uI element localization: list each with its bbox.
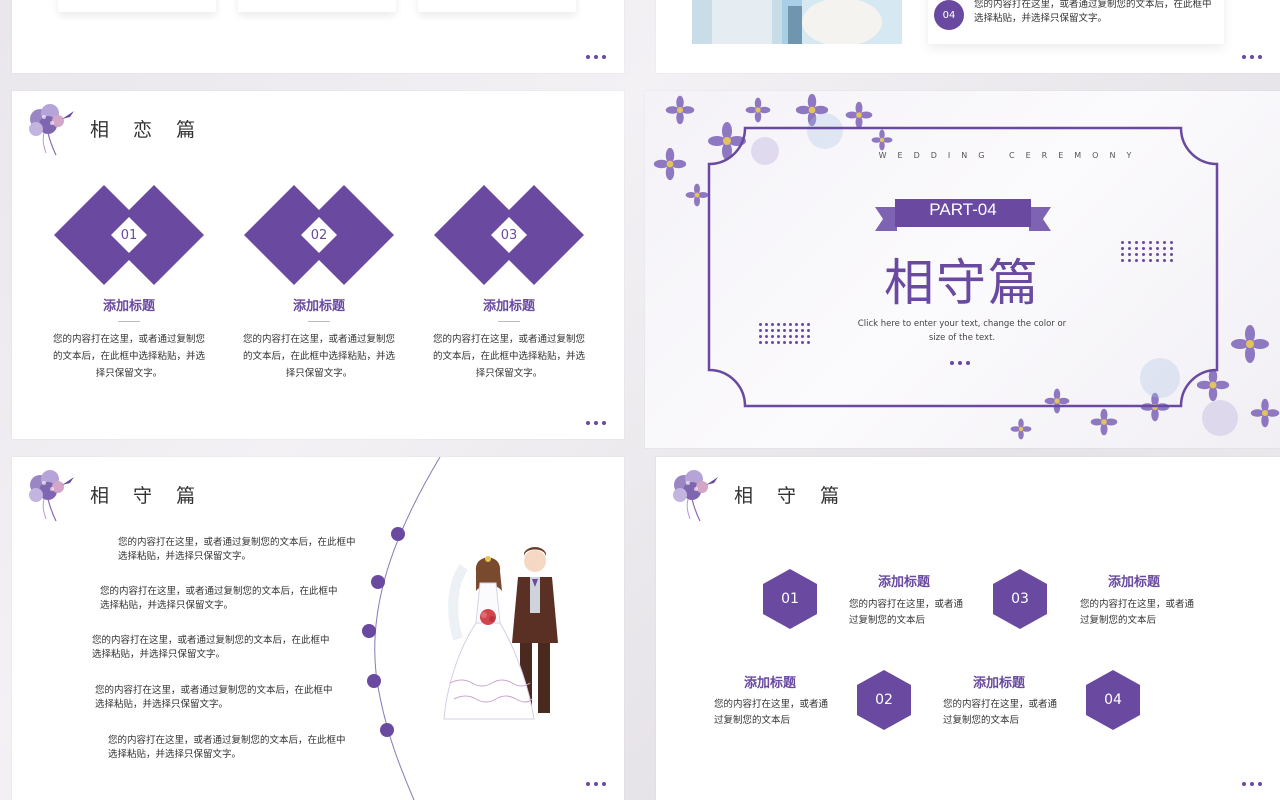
slide-title: 相 守 篇 [90,485,205,507]
item-title: 添加标题 [972,676,1025,691]
item-body: 您的内容打在这里，或者通过复制您的文本后，在此框中选择粘贴，并选择只保留文字。 [242,334,395,379]
section-title: 相守篇 [884,254,1040,312]
item-title: 添加标题 [1107,575,1160,590]
item-body: 您的内容打在这里，或者通过复制您的文本后 [849,599,964,626]
card-fragment [58,0,216,12]
timeline-text: 您的内容打在这里，或者通过复制您的文本后，在此框中选择粘贴，并选择只保留文字。 [95,685,333,710]
timeline-text: 您的内容打在这里，或者通过复制您的文本后，在此框中选择粘贴，并选择只保留文字。 [108,735,346,760]
timeline-text: 您的内容打在这里，或者通过复制您的文本后，在此框中选择粘贴，并选择只保留文字。 [92,635,330,660]
item-title: 添加标题 [877,575,930,590]
item-number: 02 [310,227,328,243]
timeline-dot [391,527,405,541]
part-label: PART-04 [929,200,997,219]
item-title: 添加标题 [743,676,796,691]
more-dots-icon[interactable] [1242,782,1262,786]
wedding-couple-illustration [443,547,558,720]
slide-top-right: 04 您的内容打在这里，或者通过复制您的文本后，在此框中选择粘贴，并选择只保留文… [656,0,1280,73]
item-body: 您的内容打在这里，或者通过复制您的文本后 [943,699,1058,726]
bouquet-icon [22,97,84,157]
item-body: 您的内容打在这里，或者通过复制您的文本后，在此框中选择粘贴，并选择只保留文字。 [52,334,205,379]
bouquet-icon [22,463,84,523]
slide-title: 相 恋 篇 [90,119,205,141]
item-number: 02 [875,692,893,708]
eyebrow-text: WEDDING CEREMONY [878,151,1143,160]
more-dots-icon[interactable] [586,55,606,59]
divider [118,321,140,322]
item-title: 添加标题 [292,299,345,314]
timeline-dot [367,674,381,688]
timeline-dot [362,624,376,638]
slide-hexagons: 相 守 篇 01 添加标题 您的内容打在这里，或者通过复制您的文本后 03 添加… [656,457,1280,800]
item-number: 03 [500,227,518,243]
dot-grid-icon [759,323,810,344]
item-title: 添加标题 [102,299,155,314]
step-badge: 04 [934,0,964,30]
more-dots-icon[interactable] [950,361,970,365]
item-body: 您的内容打在这里，或者通过复制您的文本后 [714,699,829,726]
item-number: 01 [120,227,138,243]
divider [498,321,520,322]
more-dots-icon[interactable] [586,421,606,425]
timeline-text: 您的内容打在这里，或者通过复制您的文本后，在此框中选择粘贴，并选择只保留文字。 [118,537,356,562]
slide-timeline: 相 守 篇 您的内容打在这里，或者通过复制您的文本后，在此框中选择粘贴，并选择只… [12,457,624,800]
more-dots-icon[interactable] [1242,55,1262,59]
item-body: 您的内容打在这里，或者通过复制您的文本后 [1080,599,1195,626]
slide-xianglian: 相 恋 篇 01 添加标题 您的内容打在这里，或者通过复制您的文本后，在此框中选… [12,91,624,439]
subtitle-text: Click here to enter your text, change th… [857,319,1067,343]
slide-title: 相 守 篇 [734,485,849,507]
dot-grid-icon [1121,241,1173,262]
item-number: 03 [1011,591,1029,607]
more-dots-icon[interactable] [586,782,606,786]
body-text: 您的内容打在这里，或者通过复制您的文本后，在此框中选择粘贴，并选择只保留文字。 [974,0,1212,24]
text-box: 04 您的内容打在这里，或者通过复制您的文本后，在此框中选择粘贴，并选择只保留文… [928,0,1224,44]
wedding-photo [692,0,902,44]
item-body: 您的内容打在这里，或者通过复制您的文本后，在此框中选择粘贴，并选择只保留文字。 [432,334,585,379]
card-fragment [418,0,576,12]
timeline-dot [371,575,385,589]
slide-top-left [12,0,624,73]
item-number: 04 [1104,692,1122,708]
slide-part-title: WEDDING CEREMONY PART-04 相守篇 Click here … [645,91,1280,448]
card-fragment [238,0,396,12]
item-title: 添加标题 [482,299,535,314]
bouquet-icon [666,463,728,523]
timeline-text: 您的内容打在这里，或者通过复制您的文本后，在此框中选择粘贴，并选择只保留文字。 [100,586,338,611]
timeline-dot [380,723,394,737]
item-number: 01 [781,591,799,607]
divider [308,321,330,322]
